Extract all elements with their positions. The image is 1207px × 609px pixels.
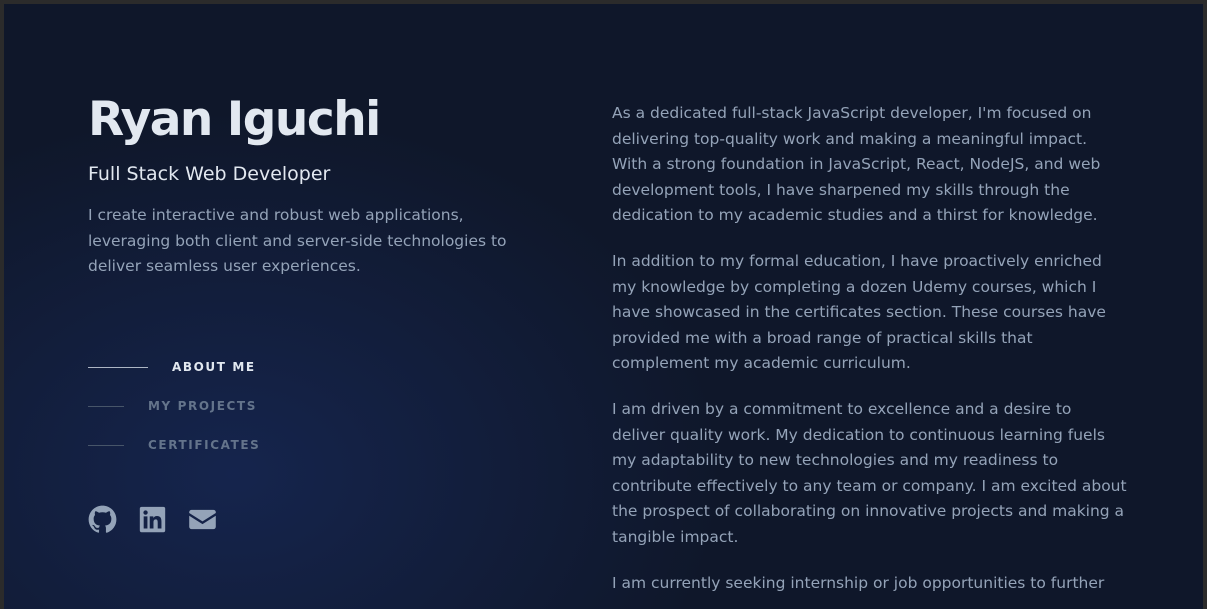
page-title: Ryan Iguchi	[88, 92, 381, 147]
nav-indicator-line	[88, 405, 124, 407]
github-icon	[88, 505, 117, 533]
email-link[interactable]	[188, 505, 217, 534]
about-paragraph: I am currently seeking internship or job…	[612, 573, 1105, 592]
linkedin-link[interactable]	[138, 505, 167, 534]
nav-item-certificates[interactable]: CERTIFICATES	[88, 434, 260, 456]
mail-icon	[189, 509, 216, 530]
about-paragraph: In addition to my formal education, I ha…	[612, 251, 1106, 373]
about-section: As a dedicated full-stack JavaScript dev…	[612, 101, 1127, 609]
nav-indicator-line	[88, 366, 148, 368]
about-paragraph: I am driven by a commitment to excellenc…	[612, 399, 1127, 546]
linkedin-icon	[139, 506, 166, 533]
nav-item-label: MY PROJECTS	[148, 399, 257, 413]
job-title: Full Stack Web Developer	[88, 163, 331, 185]
nav-item-label: CERTIFICATES	[148, 438, 261, 452]
nav-item-about-me[interactable]: ABOUT ME	[88, 356, 256, 378]
github-link[interactable]	[88, 505, 117, 534]
nav-indicator-line	[88, 444, 124, 446]
about-paragraph: As a dedicated full-stack JavaScript dev…	[612, 104, 1101, 225]
social-links	[88, 505, 217, 534]
nav-item-my-projects[interactable]: MY PROJECTS	[88, 395, 257, 417]
tagline: I create interactive and robust web appl…	[88, 206, 507, 275]
page-frame: Ryan Iguchi Full Stack Web Developer I c…	[4, 4, 1203, 609]
nav-item-label: ABOUT ME	[172, 360, 256, 374]
